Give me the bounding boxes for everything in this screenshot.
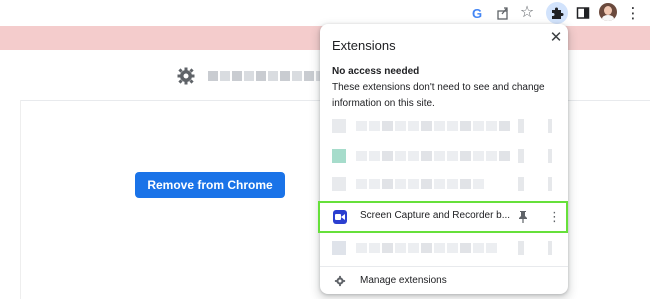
extension-icon <box>332 177 346 191</box>
section-description: These extensions don't need to see and c… <box>332 82 545 109</box>
extension-row-blurred[interactable] <box>330 116 558 136</box>
more-options-icon[interactable] <box>548 241 552 255</box>
browser-toolbar: G ☆ ⋮ <box>0 0 650 26</box>
extension-row-screen-capture[interactable]: Screen Capture and Recorder b... ⋮ <box>320 205 568 229</box>
more-options-icon[interactable] <box>548 149 552 163</box>
side-panel-icon[interactable] <box>573 3 593 23</box>
extensions-popup: Extensions ✕ No access needed These exte… <box>318 24 568 294</box>
profile-avatar[interactable] <box>599 3 617 21</box>
extension-row-blurred[interactable] <box>330 238 558 258</box>
extension-name: Screen Capture and Recorder b... <box>360 210 511 221</box>
section-heading: No access needed <box>332 66 420 77</box>
pixelated-name <box>356 179 484 189</box>
more-options-icon[interactable]: ⋮ <box>548 210 561 224</box>
gear-icon <box>176 66 196 86</box>
screen-capture-icon <box>333 210 347 224</box>
pin-icon[interactable] <box>518 119 524 133</box>
pixelated-name <box>356 121 510 131</box>
extensions-puzzle-icon[interactable] <box>546 2 568 24</box>
gear-icon <box>334 274 346 287</box>
more-options-icon[interactable] <box>548 177 552 191</box>
manage-extensions-item[interactable]: Manage extensions <box>320 271 568 291</box>
extension-icon <box>332 119 346 133</box>
pixelated-name <box>356 151 510 161</box>
extension-row-blurred[interactable] <box>330 146 558 166</box>
extension-icon <box>332 149 346 163</box>
more-menu-icon[interactable]: ⋮ <box>623 3 643 23</box>
bookmark-star-icon[interactable]: ☆ <box>517 3 537 23</box>
left-panel <box>0 100 21 299</box>
close-icon[interactable]: ✕ <box>548 30 564 46</box>
popup-title: Extensions <box>332 38 396 53</box>
extension-icon <box>332 241 346 255</box>
pin-icon[interactable] <box>518 149 524 163</box>
remove-from-chrome-button[interactable]: Remove from Chrome <box>135 172 285 198</box>
share-icon[interactable] <box>493 3 513 23</box>
divider <box>320 266 568 267</box>
pixelated-name <box>356 243 497 253</box>
pin-icon[interactable] <box>518 241 524 255</box>
extension-row-blurred[interactable] <box>330 174 558 194</box>
google-icon[interactable]: G <box>467 3 487 23</box>
more-options-icon[interactable] <box>548 119 552 133</box>
pin-icon[interactable] <box>517 210 529 224</box>
pin-icon[interactable] <box>518 177 524 191</box>
manage-extensions-label: Manage extensions <box>360 275 447 286</box>
